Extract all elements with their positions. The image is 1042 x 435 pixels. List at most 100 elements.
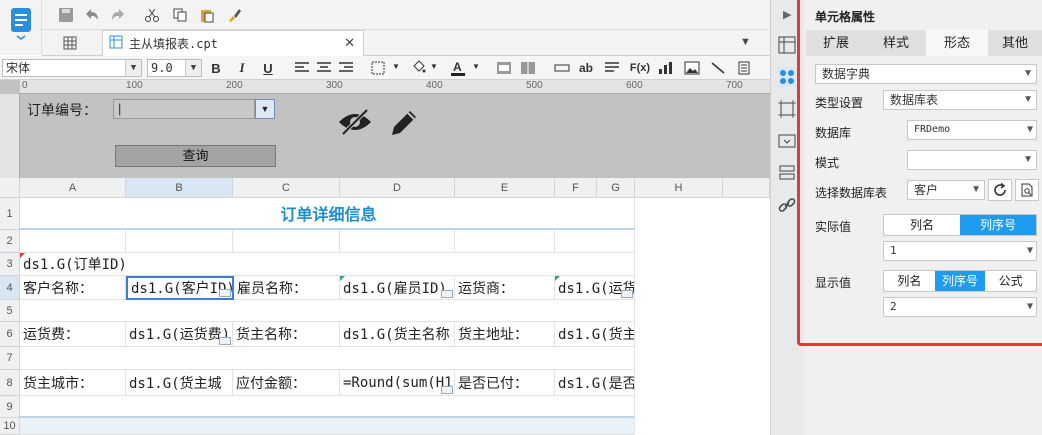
redo-icon[interactable] — [108, 5, 128, 25]
grid-cell[interactable] — [126, 230, 233, 253]
italic-button[interactable]: I — [232, 59, 252, 77]
grid-cell[interactable] — [20, 300, 635, 322]
column-header[interactable]: F — [555, 178, 597, 198]
formula-button[interactable]: F(x) — [628, 59, 652, 77]
cell-attribute-icon[interactable] — [777, 67, 797, 87]
ship-address-label[interactable]: 货主地址： — [455, 322, 555, 347]
row-header[interactable]: 10 — [0, 418, 20, 435]
paste-icon[interactable] — [197, 5, 217, 25]
condition-attribute-icon[interactable] — [777, 163, 797, 183]
employee-id-cell[interactable]: ds1.G(雇员ID) — [340, 276, 455, 300]
fill-color-icon[interactable] — [408, 58, 428, 78]
grid-cell[interactable] — [233, 230, 340, 253]
chevron-down-icon[interactable]: ▼ — [392, 62, 400, 71]
chevron-down-icon[interactable]: ▼ — [430, 62, 438, 71]
column-header[interactable] — [723, 178, 770, 198]
shipper-cell[interactable]: ds1.G(运货 — [555, 276, 635, 300]
grid-cell[interactable] — [20, 418, 635, 435]
column-header[interactable]: D — [340, 178, 455, 198]
amount-due-cell[interactable]: =Round(sum(H1 — [340, 370, 455, 396]
app-logo-icon[interactable] — [9, 6, 33, 40]
tab-menu-icon[interactable]: ▼ — [740, 36, 751, 48]
order-id-cell[interactable]: ds1.G(订单ID) — [20, 253, 635, 276]
float-element-icon[interactable] — [777, 99, 797, 119]
corner-header[interactable] — [0, 178, 20, 198]
amount-due-label[interactable]: 应付金额： — [233, 370, 340, 396]
customer-id-cell[interactable]: ds1.G(客户ID) — [126, 276, 234, 300]
cut-icon[interactable] — [142, 5, 162, 25]
ship-city-label[interactable]: 货主城市： — [20, 370, 126, 396]
row-header[interactable]: 5 — [0, 300, 20, 322]
insert-widget-icon[interactable] — [552, 58, 572, 78]
shipper-label[interactable]: 运货商： — [455, 276, 555, 300]
ship-name-cell[interactable]: ds1.G(货主名称 — [340, 322, 455, 347]
grid-cell[interactable] — [340, 230, 455, 253]
grid-cell[interactable] — [20, 230, 126, 253]
edit-pencil-icon[interactable] — [388, 107, 420, 142]
underline-button[interactable]: U — [258, 59, 278, 77]
column-header[interactable]: B — [126, 178, 233, 198]
cell-marker-icon — [20, 253, 25, 258]
cell-element-icon[interactable] — [777, 35, 797, 55]
column-header[interactable]: C — [233, 178, 340, 198]
column-header[interactable]: E — [455, 178, 555, 198]
row-header[interactable]: 4 — [0, 276, 20, 300]
cell-text: ds1.G(货主城 — [129, 375, 222, 392]
paid-label[interactable]: 是否已付： — [455, 370, 555, 396]
row-header[interactable]: 2 — [0, 230, 20, 253]
save-icon[interactable] — [56, 5, 76, 25]
font-color-icon[interactable]: A — [448, 58, 468, 78]
format-brush-icon[interactable] — [224, 5, 244, 25]
hide-eye-icon[interactable] — [337, 108, 373, 139]
freight-label[interactable]: 运货费： — [20, 322, 126, 347]
align-left-icon[interactable] — [292, 58, 312, 78]
row-header[interactable]: 7 — [0, 347, 20, 370]
chart-icon[interactable] — [656, 58, 676, 78]
hyperlink-icon[interactable] — [777, 195, 797, 215]
ship-address-cell[interactable]: ds1.G(货主 — [555, 322, 635, 347]
grid-cell[interactable] — [455, 230, 555, 253]
grid-cell[interactable] — [20, 347, 635, 370]
chevron-down-icon[interactable]: ▼ — [472, 62, 480, 71]
column-header[interactable]: A — [20, 178, 126, 198]
order-id-input[interactable]: | — [113, 99, 255, 119]
font-size-select[interactable]: 9.0 ▼ — [147, 59, 202, 77]
grid-cell[interactable] — [20, 396, 635, 418]
row-header[interactable]: 1 — [0, 198, 20, 230]
paid-cell[interactable]: ds1.G(是否 — [555, 370, 635, 396]
row-header[interactable]: 9 — [0, 396, 20, 418]
widget-settings-icon[interactable] — [777, 131, 797, 151]
border-icon[interactable] — [368, 58, 388, 78]
report-title-cell[interactable]: 订单详细信息 — [20, 198, 635, 230]
sub-report-icon[interactable] — [734, 58, 754, 78]
collapse-arrow-icon[interactable]: ▶ — [783, 8, 791, 21]
row-header[interactable]: 6 — [0, 322, 20, 347]
ship-name-label[interactable]: 货主名称： — [233, 322, 340, 347]
close-icon[interactable]: ✕ — [344, 35, 355, 51]
row-header[interactable]: 8 — [0, 370, 20, 396]
column-header[interactable]: H — [635, 178, 723, 198]
image-icon[interactable] — [682, 58, 702, 78]
font-family-select[interactable]: 宋体 ▼ — [2, 59, 142, 77]
row-header[interactable]: 3 — [0, 253, 20, 276]
align-right-icon[interactable] — [336, 58, 356, 78]
order-id-dropdown-button[interactable]: ▼ — [255, 99, 275, 119]
paragraph-icon[interactable] — [602, 58, 622, 78]
freight-cell[interactable]: ds1.G(运货费) — [126, 322, 233, 347]
column-header[interactable]: G — [597, 178, 635, 198]
text-cell-button[interactable]: ab — [576, 59, 596, 77]
grid-cell[interactable] — [555, 230, 635, 253]
tab-report-file[interactable]: 主从填报表.cpt ✕ — [102, 30, 364, 56]
query-button[interactable]: 查询 — [115, 145, 276, 167]
copy-icon[interactable] — [170, 5, 190, 25]
slash-icon[interactable] — [708, 58, 728, 78]
merge-cells-icon[interactable] — [494, 58, 514, 78]
grid-view-icon[interactable] — [60, 33, 80, 53]
align-center-icon[interactable] — [314, 58, 334, 78]
customer-name-label[interactable]: 客户名称： — [20, 276, 126, 300]
undo-icon[interactable] — [82, 5, 102, 25]
unmerge-cells-icon[interactable] — [518, 58, 538, 78]
employee-name-label[interactable]: 雇员名称： — [234, 276, 340, 300]
ship-city-cell[interactable]: ds1.G(货主城 — [126, 370, 233, 396]
bold-button[interactable]: B — [206, 59, 226, 77]
